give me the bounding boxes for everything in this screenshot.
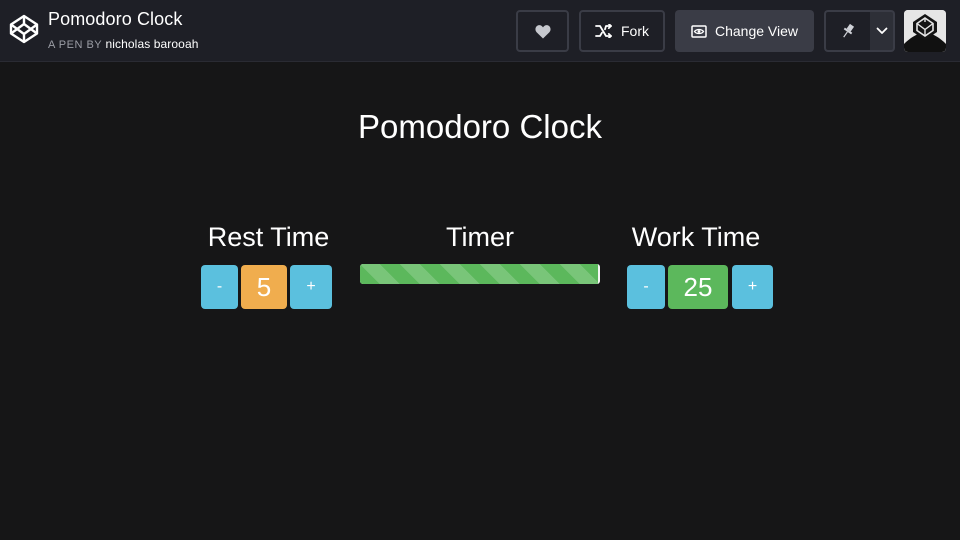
pin-button[interactable]: [824, 10, 870, 52]
codepen-logo-icon[interactable]: [8, 13, 40, 45]
rest-time-label: Rest Time: [207, 222, 330, 252]
change-view-button[interactable]: Change View: [675, 10, 814, 52]
work-time-value: 25: [668, 265, 728, 309]
pin-icon: [843, 23, 855, 38]
fork-icon: [595, 24, 612, 38]
fork-button[interactable]: Fork: [579, 10, 665, 52]
user-avatar[interactable]: [904, 10, 946, 52]
heart-icon: [534, 24, 551, 38]
fork-label: Fork: [621, 23, 649, 39]
timer-progress-bar: [360, 264, 600, 284]
avatar-image: [904, 10, 946, 52]
work-decrement-button[interactable]: -: [627, 265, 665, 309]
timer-label: Timer: [446, 222, 514, 252]
rest-increment-button[interactable]: +: [290, 265, 332, 309]
heart-button[interactable]: [516, 10, 569, 52]
pen-by-label: A PEN BY: [48, 39, 102, 51]
pen-title: Pomodoro Clock: [48, 9, 183, 29]
pen-byline: A PEN BY nicholas barooah: [48, 37, 199, 51]
rest-decrement-button[interactable]: -: [201, 265, 238, 309]
pin-dropdown-button[interactable]: [870, 10, 895, 52]
chevron-down-icon: [876, 27, 887, 34]
change-view-label: Change View: [714, 23, 799, 39]
work-increment-button[interactable]: +: [732, 265, 773, 309]
timer-progress-fill: [360, 264, 598, 284]
page-title: Pomodoro Clock: [358, 108, 602, 145]
work-time-label: Work Time: [631, 222, 761, 252]
author-link[interactable]: nicholas barooah: [106, 37, 199, 51]
codepen-header: Pomodoro Clock A PEN BY nicholas barooah…: [0, 0, 960, 62]
eye-icon: [691, 24, 707, 38]
rest-time-value: 5: [241, 265, 287, 309]
